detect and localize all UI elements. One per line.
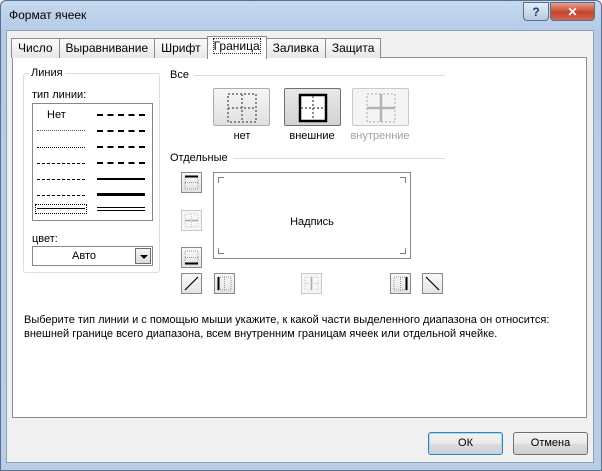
title-bar[interactable]: Формат ячеек ? ✕	[1, 1, 601, 31]
line-color-value: Авто	[72, 250, 96, 262]
help-icon: ?	[532, 4, 540, 19]
border-diagonal-up-button[interactable]	[181, 273, 202, 294]
line-color-label: цвет:	[32, 233, 58, 245]
border-diagonal-down-icon	[425, 276, 440, 291]
border-inner-horizontal-icon	[184, 213, 199, 228]
line-type-label: тип линии:	[32, 89, 87, 101]
preview-text: Надпись	[290, 216, 334, 228]
line-color-select[interactable]: Авто	[32, 246, 153, 266]
line-style-list[interactable]: Нет	[32, 103, 153, 221]
tab-font[interactable]: Шрифт	[154, 38, 208, 58]
preset-outline-label: внешние	[289, 130, 335, 142]
presets-title: Все	[170, 69, 189, 81]
line-group-title: Линия	[29, 67, 65, 79]
border-left-button[interactable]	[214, 273, 235, 294]
line-style-dash-dot-dot[interactable]	[37, 163, 85, 164]
line-style-none[interactable]: Нет	[47, 109, 66, 121]
border-top-icon	[184, 175, 199, 190]
border-inner-vertical-button[interactable]	[301, 273, 322, 294]
border-bottom-button[interactable]	[181, 247, 202, 268]
border-inside-icon	[366, 93, 396, 123]
line-style-medium[interactable]	[97, 178, 145, 180]
preset-none-label: нет	[233, 130, 251, 142]
tab-alignment[interactable]: Выравнивание	[58, 38, 156, 58]
tab-number[interactable]: Число	[11, 38, 60, 58]
border-top-button[interactable]	[181, 172, 202, 193]
preview-corner-mark	[218, 177, 224, 183]
preview-corner-mark	[218, 248, 224, 254]
line-style-thin[interactable]	[35, 204, 87, 214]
preset-inside-button[interactable]	[352, 88, 409, 126]
tab-fill[interactable]: Заливка	[265, 38, 326, 58]
border-inner-vertical-icon	[304, 276, 319, 291]
border-none-icon	[227, 93, 257, 123]
line-style-thick[interactable]	[97, 193, 145, 196]
line-style-medium-dash-dot-dot[interactable]	[97, 114, 145, 116]
line-style-slant-dash-dot[interactable]	[97, 130, 145, 132]
preset-none-button[interactable]	[213, 88, 270, 126]
border-divider	[233, 158, 445, 159]
border-right-button[interactable]	[390, 273, 411, 294]
line-style-dash-dot[interactable]	[37, 179, 85, 180]
border-outline-icon	[298, 93, 328, 123]
line-style-medium-dashed[interactable]	[97, 162, 145, 164]
help-button[interactable]: ?	[523, 2, 549, 21]
border-left-icon	[217, 276, 232, 291]
preview-corner-mark	[400, 248, 406, 254]
help-description: Выберите тип линии и с помощью мыши укаж…	[24, 314, 550, 340]
preview-corner-mark	[400, 177, 406, 183]
preset-inside-label: внутренние	[350, 130, 410, 142]
border-diagonal-down-button[interactable]	[422, 273, 443, 294]
line-style-double[interactable]	[97, 207, 145, 211]
border-diagonal-up-icon	[184, 276, 199, 291]
border-preview[interactable]: Надпись	[213, 172, 411, 259]
border-inner-horizontal-button[interactable]	[181, 210, 202, 231]
chevron-down-icon[interactable]	[135, 248, 151, 264]
border-right-icon	[393, 276, 408, 291]
tab-border[interactable]: Граница	[206, 36, 267, 59]
close-icon: ✕	[567, 4, 578, 19]
line-style-medium-dash-dot[interactable]	[97, 146, 145, 148]
tab-strip: Число Выравнивание Шрифт Граница Заливка…	[11, 36, 382, 59]
ok-button[interactable]: ОК	[428, 432, 503, 455]
line-style-dashed[interactable]	[37, 195, 85, 196]
line-style-dotted[interactable]	[37, 147, 85, 148]
dialog-title: Формат ячеек	[9, 8, 87, 22]
presets-divider	[194, 75, 445, 76]
close-button[interactable]: ✕	[550, 2, 595, 21]
border-bottom-icon	[184, 250, 199, 265]
tab-protection[interactable]: Защита	[324, 38, 382, 58]
line-style-hair[interactable]	[37, 130, 85, 131]
cancel-button[interactable]: Отмена	[513, 432, 588, 455]
border-title: Отдельные	[170, 152, 228, 164]
preset-outline-button[interactable]	[284, 88, 341, 126]
line-style-thin-solid[interactable]	[37, 208, 85, 209]
